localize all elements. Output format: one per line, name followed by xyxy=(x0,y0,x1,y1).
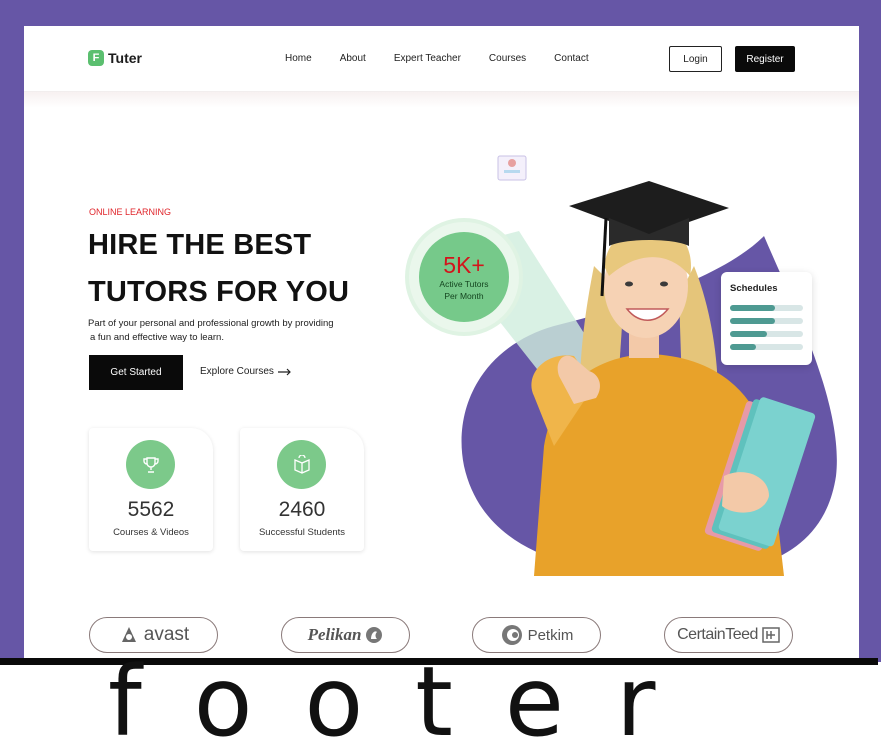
partner-name: Pelikan xyxy=(307,625,362,644)
schedule-bar-fill xyxy=(730,318,776,324)
avast-logo-icon xyxy=(121,627,136,642)
open-book-icon xyxy=(277,440,326,489)
nav-expert-teacher[interactable]: Expert Teacher xyxy=(394,53,461,64)
nav-courses[interactable]: Courses xyxy=(489,53,526,64)
get-started-button[interactable]: Get Started xyxy=(89,355,183,390)
hero-illustration xyxy=(444,155,837,576)
hero-description: Part of your personal and professional g… xyxy=(88,317,378,345)
explore-courses-link[interactable]: Explore Courses xyxy=(200,366,292,377)
pelican-logo-icon xyxy=(366,627,383,643)
nav-contact[interactable]: Contact xyxy=(554,53,588,64)
partner-name: Petkim xyxy=(527,626,574,644)
hero-title: HIRE THE BEST TUTORS FOR YOU xyxy=(88,222,349,316)
schedule-bar-fill xyxy=(730,344,756,350)
footer-label: footer xyxy=(108,646,708,738)
logo-mark-icon: F xyxy=(88,50,104,66)
brand-logo[interactable]: F Tuter xyxy=(88,50,142,66)
schedules-card: Schedules xyxy=(721,272,812,365)
schedule-bar xyxy=(730,344,803,350)
schedule-bar-fill xyxy=(730,331,767,337)
badge-line-1: Active Tutors xyxy=(439,279,489,289)
stat-card-students: 2460 Successful Students xyxy=(240,428,364,551)
hero-title-line-1: HIRE THE BEST xyxy=(88,229,312,261)
schedule-bar xyxy=(730,331,803,337)
register-button[interactable]: Register xyxy=(735,46,795,72)
partner-name: CertainTeed xyxy=(677,626,758,643)
stat-value: 2460 xyxy=(278,498,326,521)
schedule-bar-fill xyxy=(730,305,776,311)
active-tutors-badge: 5K+ Active Tutors Per Month xyxy=(409,222,519,332)
arrow-right-icon xyxy=(277,368,291,375)
stat-label: Courses & Videos xyxy=(113,527,189,538)
stat-card-courses: 5562 Courses & Videos xyxy=(89,428,213,551)
stat-label: Successful Students xyxy=(258,527,346,538)
hero-description-line-1: Part of your personal and professional g… xyxy=(88,318,334,329)
hero-description-line-2: a fun and effective way to learn. xyxy=(90,332,224,343)
hero-title-line-2: TUTORS FOR YOU xyxy=(88,276,350,308)
partner-name: avast xyxy=(143,624,190,645)
top-navbar: F Tuter Home About Expert Teacher Course… xyxy=(24,26,859,92)
nav-shadow xyxy=(24,92,859,108)
stat-value: 5562 xyxy=(127,498,175,521)
certainteed-logo-icon xyxy=(762,627,780,643)
schedules-title: Schedules xyxy=(730,283,778,294)
schedule-bar xyxy=(730,305,803,311)
landing-page: F Tuter Home About Expert Teacher Course… xyxy=(24,26,859,662)
active-tutors-badge-inner: 5K+ Active Tutors Per Month xyxy=(419,232,509,322)
hero-eyebrow: ONLINE LEARNING xyxy=(89,207,172,217)
brand-name: Tuter xyxy=(108,50,142,66)
badge-value: 5K+ xyxy=(443,252,485,278)
badge-line-2: Per Month xyxy=(444,291,484,301)
login-button[interactable]: Login xyxy=(669,46,722,72)
nav-home[interactable]: Home xyxy=(285,53,312,64)
explore-courses-label: Explore Courses xyxy=(200,366,274,377)
nav-about[interactable]: About xyxy=(340,53,366,64)
trophy-icon xyxy=(126,440,175,489)
petkim-logo-icon xyxy=(501,625,522,645)
schedule-bar xyxy=(730,318,803,324)
main-menu: Home About Expert Teacher Courses Contac… xyxy=(285,53,617,64)
